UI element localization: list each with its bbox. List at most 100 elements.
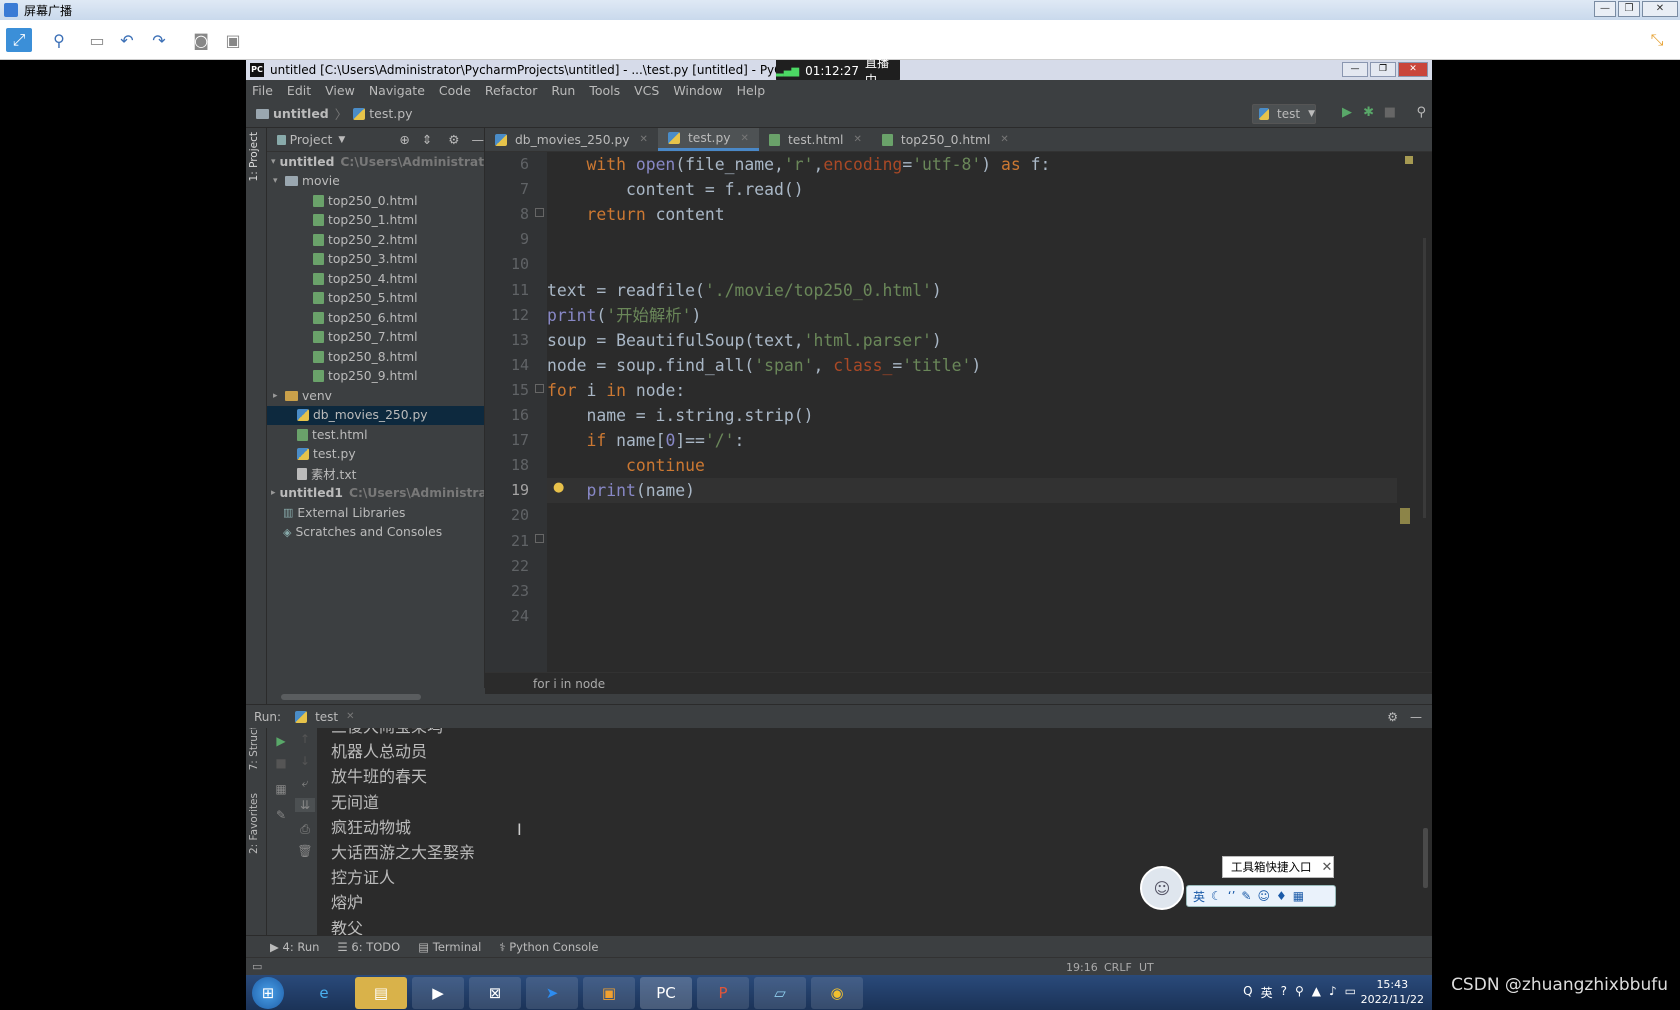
file-encoding[interactable]: UT — [1139, 961, 1154, 974]
moon-icon[interactable]: ☾ — [1211, 889, 1222, 903]
debug-icon[interactable]: ✱ — [1363, 105, 1374, 120]
editor-tab-0[interactable]: db_movies_250.py ✕ — [485, 128, 658, 151]
tree-item-0[interactable]: ▾untitled C:\Users\Administrator\Pychar — [267, 152, 484, 172]
project-scrollbar[interactable] — [267, 688, 485, 704]
explorer-icon[interactable]: ▤ — [355, 976, 407, 1009]
trash-icon[interactable]: 🗑 — [295, 844, 315, 858]
feishu-icon[interactable]: ➤ — [526, 976, 578, 1009]
menu-tools[interactable]: Tools — [589, 83, 620, 98]
tree-arrow-icon[interactable]: ▸ — [271, 488, 276, 498]
close-icon[interactable]: ✕ — [346, 711, 354, 722]
menu-window[interactable]: Window — [673, 83, 722, 98]
close-icon[interactable]: ✕ — [1322, 860, 1333, 875]
nav-file[interactable]: test.py — [369, 106, 412, 121]
tab-run[interactable]: ▶ 4: Run — [270, 940, 319, 954]
menu-edit[interactable]: Edit — [287, 83, 311, 98]
menu-navigate[interactable]: Navigate — [369, 83, 425, 98]
menu-help[interactable]: Help — [737, 83, 766, 98]
menu-run[interactable]: Run — [551, 83, 575, 98]
tree-item-5[interactable]: top250_3.html — [267, 250, 484, 270]
tree-arrow-icon[interactable]: ▸ — [273, 391, 285, 401]
hide-icon[interactable]: — — [472, 132, 485, 147]
tree-item-16[interactable]: 素材.txt — [267, 464, 484, 484]
lightbulb-icon[interactable]: ● — [553, 480, 564, 495]
network-tray-icon[interactable]: ▭ — [1345, 984, 1356, 1001]
tree-arrow-icon[interactable]: ▾ — [271, 157, 276, 167]
chevron-down-icon[interactable]: ▼ — [338, 135, 345, 145]
tab-todo[interactable]: ☰ 6: TODO — [337, 940, 400, 954]
close-icon[interactable]: ✕ — [741, 133, 749, 144]
tree-item-6[interactable]: top250_4.html — [267, 269, 484, 289]
monitor-icon[interactable]: ▣ — [220, 28, 246, 52]
close-icon[interactable]: ✕ — [853, 134, 861, 145]
tree-item-18[interactable]: ▥ External Libraries — [267, 503, 484, 523]
undo-icon[interactable]: ↶ — [114, 28, 140, 52]
smile-icon[interactable]: ☺ — [1257, 889, 1270, 903]
ime-toolbar[interactable]: 英 ☾ ‘’ ✎ ☺ ♦ ▦ — [1186, 885, 1336, 907]
tree-item-3[interactable]: top250_1.html — [267, 211, 484, 231]
run-tab[interactable]: test ✕ — [295, 710, 355, 724]
tree-item-7[interactable]: top250_5.html — [267, 289, 484, 309]
run-icon[interactable]: ▶ — [1342, 105, 1352, 120]
tree-item-12[interactable]: ▸ venv — [267, 386, 484, 406]
tree-item-19[interactable]: ◈ Scratches and Consoles — [267, 523, 484, 543]
gear-icon[interactable]: ⚙ — [448, 132, 459, 147]
scroll-thumb[interactable] — [1423, 828, 1428, 888]
menu-code[interactable]: Code — [439, 83, 471, 98]
powerpoint-icon[interactable]: P — [697, 976, 749, 1009]
hide-icon[interactable]: — — [1410, 710, 1422, 724]
screen-share-icon[interactable]: ▣ — [583, 976, 635, 1009]
stop-icon[interactable]: ■ — [271, 756, 291, 770]
fold-marker-icon[interactable] — [535, 384, 544, 393]
tree-item-1[interactable]: ▾ movie — [267, 172, 484, 192]
pointer-icon[interactable]: ⤢ — [6, 28, 32, 52]
tree-item-8[interactable]: top250_6.html — [267, 308, 484, 328]
ime-lang[interactable]: 英 — [1193, 888, 1205, 905]
tray-lang[interactable]: 英 — [1261, 984, 1273, 1001]
qq-icon[interactable]: Q — [1243, 984, 1252, 1001]
usb-icon[interactable]: ⚲ — [1295, 984, 1304, 1001]
close-button[interactable]: ✕ — [1642, 1, 1678, 17]
tree-item-11[interactable]: top250_9.html — [267, 367, 484, 387]
pycharm-restore-button[interactable]: ❐ — [1370, 62, 1396, 77]
pycharm-minimize-button[interactable]: — — [1342, 62, 1368, 77]
tab-favorites[interactable]: 2: Favorites — [248, 793, 260, 854]
tree-item-14[interactable]: test.html — [267, 425, 484, 445]
menu-file[interactable]: File — [252, 83, 273, 98]
pycharm-icon[interactable]: PC — [640, 976, 692, 1009]
windows-start-icon[interactable]: ⊞ — [252, 976, 284, 1009]
tree-item-13[interactable]: db_movies_250.py — [267, 405, 484, 425]
locate-icon[interactable]: ⊕ — [399, 132, 409, 147]
toolbox-shortcut-popup[interactable]: 工具箱快捷入口 ✕ — [1222, 856, 1334, 878]
tab-project[interactable]: 1: Project — [248, 132, 260, 181]
menu-vcs[interactable]: VCS — [634, 83, 659, 98]
redo-icon[interactable]: ↷ — [146, 28, 172, 52]
layout-icon[interactable]: ▦ — [271, 782, 291, 796]
taskbar-clock[interactable]: 15:43 2022/11/22 — [1361, 977, 1424, 1007]
collapse-icon[interactable]: ⇕ — [422, 132, 432, 147]
status-window-icon[interactable]: ▭ — [252, 960, 262, 973]
tree-item-10[interactable]: top250_8.html — [267, 347, 484, 367]
project-header-label[interactable]: Project — [290, 132, 333, 147]
assistant-avatar-icon[interactable]: ☺ — [1140, 866, 1184, 910]
pin-icon[interactable]: ✎ — [271, 808, 291, 822]
punctuation-icon[interactable]: ‘’ — [1228, 889, 1236, 903]
pycharm-close-button[interactable]: ✕ — [1398, 62, 1428, 77]
code-editor[interactable]: with open(file_name,'r',encoding='utf-8'… — [547, 152, 1397, 672]
gear-icon[interactable]: ⚙ — [1387, 710, 1398, 724]
screen-icon[interactable]: ▭ — [84, 28, 110, 52]
tree-arrow-icon[interactable]: ▾ — [273, 176, 285, 186]
editor-tab-2[interactable]: test.html ✕ — [759, 128, 872, 151]
editor-tab-3[interactable]: top250_0.html ✕ — [872, 128, 1019, 151]
minimize-button[interactable]: — — [1594, 1, 1616, 17]
menu-refactor[interactable]: Refactor — [485, 83, 537, 98]
nav-project[interactable]: untitled — [273, 106, 329, 121]
camera-icon[interactable]: ◙ — [188, 28, 214, 52]
notepad-icon[interactable]: ▱ — [754, 976, 806, 1009]
network-icon[interactable]: ⊠ — [469, 976, 521, 1009]
help-icon[interactable]: ? — [1281, 984, 1287, 1001]
code-breadcrumb[interactable]: for i in node — [485, 672, 1432, 694]
wrench-icon[interactable]: ✎ — [1241, 889, 1251, 903]
console-scrollbar[interactable] — [1397, 728, 1432, 935]
restore-button[interactable]: ❐ — [1618, 1, 1640, 17]
